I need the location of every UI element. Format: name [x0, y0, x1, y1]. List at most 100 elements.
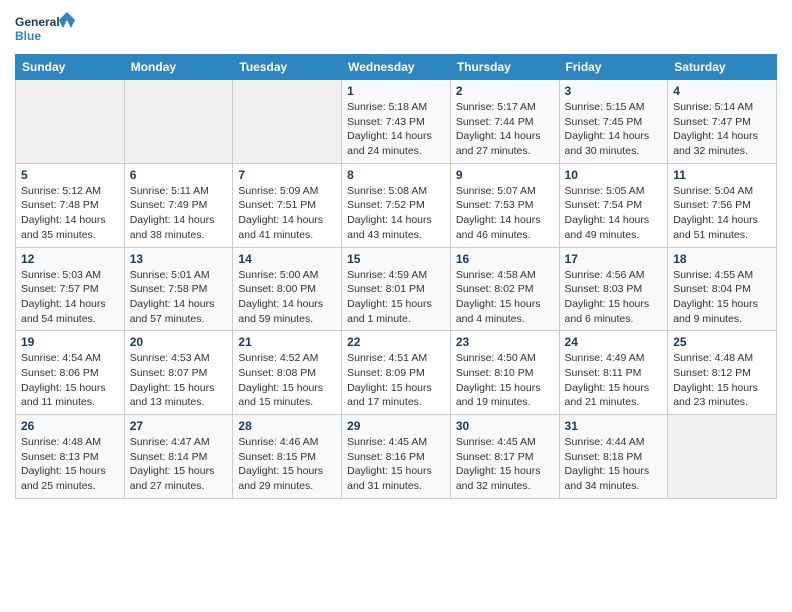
calendar-cell: 2 Sunrise: 5:17 AM Sunset: 7:44 PM Daylig…	[450, 80, 559, 164]
day-header-thursday: Thursday	[450, 55, 559, 80]
day-info: Sunrise: 4:47 AM Sunset: 8:14 PM Dayligh…	[130, 435, 228, 494]
day-header-saturday: Saturday	[668, 55, 777, 80]
calendar-cell: 9 Sunrise: 5:07 AM Sunset: 7:53 PM Daylig…	[450, 163, 559, 247]
day-info: Sunrise: 4:59 AM Sunset: 8:01 PM Dayligh…	[347, 268, 445, 327]
day-info: Sunrise: 4:45 AM Sunset: 8:17 PM Dayligh…	[456, 435, 554, 494]
day-info: Sunrise: 4:55 AM Sunset: 8:04 PM Dayligh…	[673, 268, 771, 327]
day-number: 15	[347, 252, 445, 266]
day-number: 10	[565, 168, 663, 182]
day-number: 20	[130, 335, 228, 349]
day-number: 17	[565, 252, 663, 266]
days-header-row: SundayMondayTuesdayWednesdayThursdayFrid…	[16, 55, 777, 80]
day-number: 31	[565, 419, 663, 433]
day-info: Sunrise: 5:03 AM Sunset: 7:57 PM Dayligh…	[21, 268, 119, 327]
logo: General Blue	[15, 10, 75, 50]
day-number: 8	[347, 168, 445, 182]
day-info: Sunrise: 4:45 AM Sunset: 8:16 PM Dayligh…	[347, 435, 445, 494]
day-number: 27	[130, 419, 228, 433]
day-number: 1	[347, 84, 445, 98]
day-info: Sunrise: 5:15 AM Sunset: 7:45 PM Dayligh…	[565, 100, 663, 159]
day-info: Sunrise: 5:01 AM Sunset: 7:58 PM Dayligh…	[130, 268, 228, 327]
calendar-cell: 15 Sunrise: 4:59 AM Sunset: 8:01 PM Dayli…	[342, 247, 451, 331]
day-number: 13	[130, 252, 228, 266]
header: General Blue	[15, 10, 777, 50]
calendar-cell: 23Sunrise: 4:50 AM Sunset: 8:10 PM Dayli…	[450, 331, 559, 415]
calendar-cell	[233, 80, 342, 164]
day-number: 9	[456, 168, 554, 182]
calendar-cell: 7 Sunrise: 5:09 AM Sunset: 7:51 PM Daylig…	[233, 163, 342, 247]
calendar-cell: 26Sunrise: 4:48 AM Sunset: 8:13 PM Dayli…	[16, 415, 125, 499]
svg-text:Blue: Blue	[15, 29, 41, 43]
day-info: Sunrise: 5:09 AM Sunset: 7:51 PM Dayligh…	[238, 184, 336, 243]
calendar-cell: 20 Sunrise: 4:53 AM Sunset: 8:07 PM Dayli…	[124, 331, 233, 415]
day-number: 5	[21, 168, 119, 182]
day-number: 29	[347, 419, 445, 433]
day-info: Sunrise: 5:14 AM Sunset: 7:47 PM Dayligh…	[673, 100, 771, 159]
day-info: Sunrise: 4:46 AM Sunset: 8:15 PM Dayligh…	[238, 435, 336, 494]
day-info: Sunrise: 5:07 AM Sunset: 7:53 PM Dayligh…	[456, 184, 554, 243]
day-header-friday: Friday	[559, 55, 668, 80]
calendar-cell: 1 Sunrise: 5:18 AM Sunset: 7:43 PM Daylig…	[342, 80, 451, 164]
day-info: Sunrise: 4:50 AM Sunset: 8:10 PM Dayligh…	[456, 351, 554, 410]
day-header-monday: Monday	[124, 55, 233, 80]
day-number: 25	[673, 335, 771, 349]
day-info: Sunrise: 4:58 AM Sunset: 8:02 PM Dayligh…	[456, 268, 554, 327]
calendar-cell: 22 Sunrise: 4:51 AM Sunset: 8:09 PM Dayli…	[342, 331, 451, 415]
calendar-cell: 6 Sunrise: 5:11 AM Sunset: 7:49 PM Daylig…	[124, 163, 233, 247]
calendar-cell: 19 Sunrise: 4:54 AM Sunset: 8:06 PM Dayli…	[16, 331, 125, 415]
calendar-cell: 18 Sunrise: 4:55 AM Sunset: 8:04 PM Dayli…	[668, 247, 777, 331]
day-number: 28	[238, 419, 336, 433]
calendar-cell: 24 Sunrise: 4:49 AM Sunset: 8:11 PM Dayli…	[559, 331, 668, 415]
day-info: Sunrise: 5:08 AM Sunset: 7:52 PM Dayligh…	[347, 184, 445, 243]
week-row-1: 1 Sunrise: 5:18 AM Sunset: 7:43 PM Daylig…	[16, 80, 777, 164]
day-number: 12	[21, 252, 119, 266]
day-number: 22	[347, 335, 445, 349]
day-number: 6	[130, 168, 228, 182]
calendar-cell: 16 Sunrise: 4:58 AM Sunset: 8:02 PM Dayli…	[450, 247, 559, 331]
day-info: Sunrise: 5:17 AM Sunset: 7:44 PM Dayligh…	[456, 100, 554, 159]
svg-text:General: General	[15, 15, 60, 29]
calendar-cell: 5Sunrise: 5:12 AM Sunset: 7:48 PM Daylig…	[16, 163, 125, 247]
calendar-cell: 31Sunrise: 4:44 AM Sunset: 8:18 PM Dayli…	[559, 415, 668, 499]
day-number: 18	[673, 252, 771, 266]
calendar-cell: 28 Sunrise: 4:46 AM Sunset: 8:15 PM Dayli…	[233, 415, 342, 499]
day-number: 11	[673, 168, 771, 182]
day-number: 24	[565, 335, 663, 349]
calendar-cell	[668, 415, 777, 499]
calendar-body: 1 Sunrise: 5:18 AM Sunset: 7:43 PM Daylig…	[16, 80, 777, 499]
day-info: Sunrise: 4:53 AM Sunset: 8:07 PM Dayligh…	[130, 351, 228, 410]
day-header-tuesday: Tuesday	[233, 55, 342, 80]
calendar-cell: 21Sunrise: 4:52 AM Sunset: 8:08 PM Dayli…	[233, 331, 342, 415]
calendar-cell: 10Sunrise: 5:05 AM Sunset: 7:54 PM Dayli…	[559, 163, 668, 247]
day-info: Sunrise: 4:54 AM Sunset: 8:06 PM Dayligh…	[21, 351, 119, 410]
day-info: Sunrise: 4:48 AM Sunset: 8:12 PM Dayligh…	[673, 351, 771, 410]
day-info: Sunrise: 5:18 AM Sunset: 7:43 PM Dayligh…	[347, 100, 445, 159]
week-row-3: 12 Sunrise: 5:03 AM Sunset: 7:57 PM Dayli…	[16, 247, 777, 331]
week-row-5: 26Sunrise: 4:48 AM Sunset: 8:13 PM Dayli…	[16, 415, 777, 499]
logo-svg: General Blue	[15, 10, 75, 50]
calendar-cell: 17Sunrise: 4:56 AM Sunset: 8:03 PM Dayli…	[559, 247, 668, 331]
day-number: 19	[21, 335, 119, 349]
day-number: 2	[456, 84, 554, 98]
calendar-cell: 27 Sunrise: 4:47 AM Sunset: 8:14 PM Dayli…	[124, 415, 233, 499]
calendar-cell: 4 Sunrise: 5:14 AM Sunset: 7:47 PM Daylig…	[668, 80, 777, 164]
day-info: Sunrise: 4:52 AM Sunset: 8:08 PM Dayligh…	[238, 351, 336, 410]
calendar-cell: 8 Sunrise: 5:08 AM Sunset: 7:52 PM Daylig…	[342, 163, 451, 247]
calendar-cell	[16, 80, 125, 164]
day-number: 30	[456, 419, 554, 433]
day-header-sunday: Sunday	[16, 55, 125, 80]
calendar-cell: 13 Sunrise: 5:01 AM Sunset: 7:58 PM Dayli…	[124, 247, 233, 331]
day-info: Sunrise: 5:11 AM Sunset: 7:49 PM Dayligh…	[130, 184, 228, 243]
calendar-cell: 25 Sunrise: 4:48 AM Sunset: 8:12 PM Dayli…	[668, 331, 777, 415]
day-info: Sunrise: 4:49 AM Sunset: 8:11 PM Dayligh…	[565, 351, 663, 410]
day-number: 3	[565, 84, 663, 98]
calendar-cell	[124, 80, 233, 164]
day-info: Sunrise: 5:04 AM Sunset: 7:56 PM Dayligh…	[673, 184, 771, 243]
day-number: 16	[456, 252, 554, 266]
day-info: Sunrise: 4:48 AM Sunset: 8:13 PM Dayligh…	[21, 435, 119, 494]
calendar-cell: 30 Sunrise: 4:45 AM Sunset: 8:17 PM Dayli…	[450, 415, 559, 499]
day-number: 14	[238, 252, 336, 266]
day-info: Sunrise: 4:51 AM Sunset: 8:09 PM Dayligh…	[347, 351, 445, 410]
day-number: 7	[238, 168, 336, 182]
day-number: 4	[673, 84, 771, 98]
